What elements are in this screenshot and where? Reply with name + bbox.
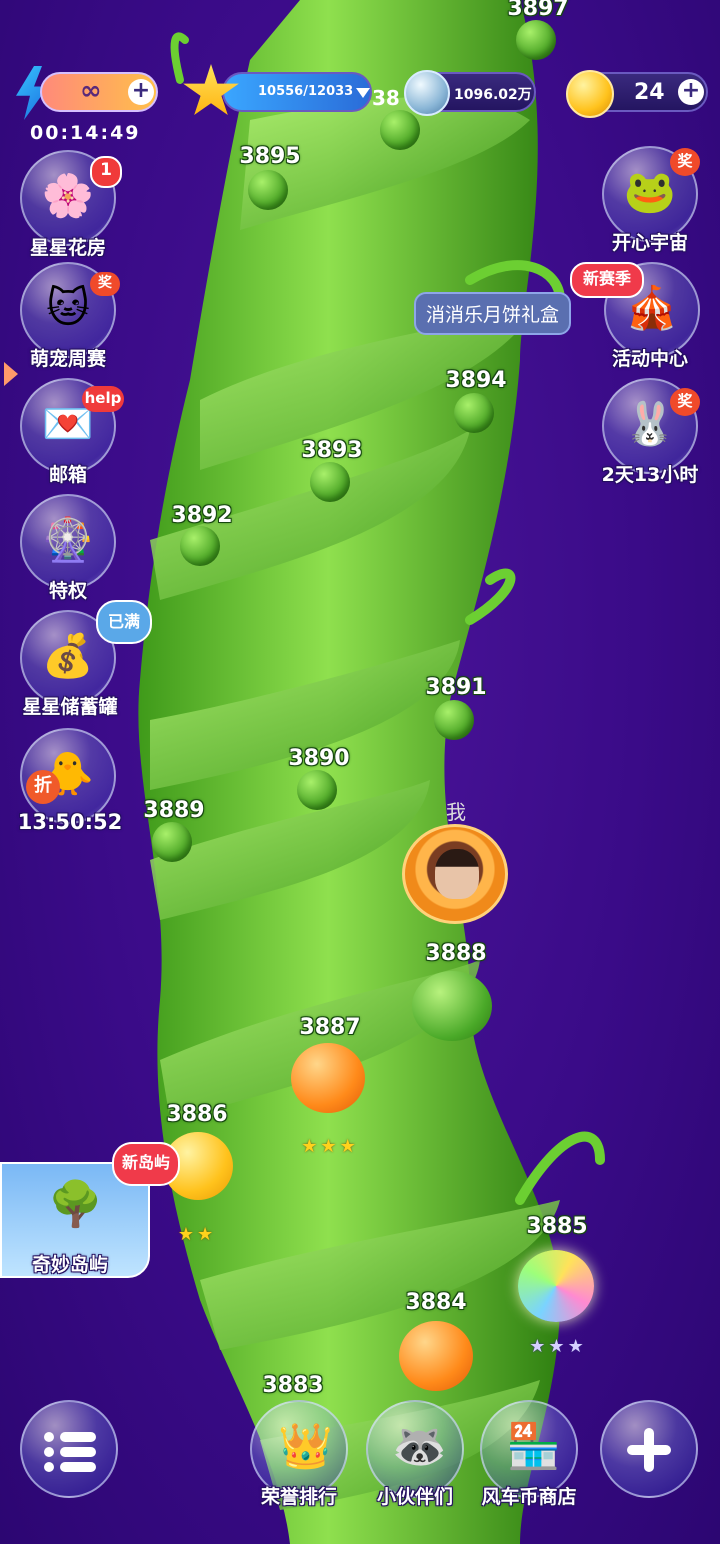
game-map: 3897 3895 3894 3893 3892 3891 3890 3889 … [0,0,720,1544]
level-node-3892[interactable] [180,526,220,566]
privilege-icon: 🎡 [41,514,95,564]
silver-coin-icon [404,70,450,116]
player-me-label: 我 [446,800,466,824]
notification-badge: 1 [90,156,122,188]
add-energy-button[interactable]: + [128,79,154,105]
level-number: 3894 [445,368,507,393]
bottom-label: 荣誉排行 [260,1486,338,1508]
bubble-label: 萌宠周赛 [29,348,107,370]
gold-coin-icon [566,70,614,118]
level-number: 3883 [262,1373,324,1398]
energy-timer: 00:14:49 [30,122,141,144]
energy-bar[interactable]: ∞ + [40,72,158,112]
level-number: 3893 [301,438,363,463]
star-progress-bar[interactable]: 10556/12033 [222,72,372,112]
wonder-island-label: 奇妙岛屿 [31,1254,109,1276]
star-progress-value: 10556/12033 [258,84,354,99]
raccoon-icon: 🦝 [392,1421,447,1472]
level-number: 3885 [526,1214,588,1239]
dropdown-triangle-icon [356,88,370,98]
offer-timer: 13:50:52 [17,810,123,834]
bubble-label: 星星花房 [29,237,107,259]
avatar-portrait-icon [435,849,479,899]
reward-badge: 奖 [90,272,120,296]
level-node-3884[interactable] [399,1321,473,1391]
frog-icon: 🐸 [623,166,677,216]
level-number: 3887 [299,1015,361,1040]
reward-badge: 奖 [670,388,700,416]
add-gold-button[interactable]: + [678,79,704,105]
level-stars: ★★★ [529,1336,587,1357]
level-node-3885[interactable] [518,1250,594,1322]
level-number: 3897 [507,0,569,21]
reward-badge: 奖 [670,148,700,176]
list-menu-icon [44,1430,96,1474]
bubble-label: 特权 [48,580,88,602]
level-node-3893[interactable] [310,462,350,502]
add-button[interactable] [600,1400,698,1498]
bunny-icon: 🐰 [623,398,677,448]
new-season-badge: 新赛季 [570,262,644,298]
discount-badge: 折 [26,770,60,804]
level-node-3888[interactable] [412,971,492,1041]
level-number: 3886 [166,1102,228,1127]
energy-value: ∞ [80,76,102,106]
level-node-3889[interactable] [152,822,192,862]
level-number: 3895 [239,144,301,169]
level-number: 3884 [405,1290,467,1315]
bottom-label: 小伙伴们 [376,1486,454,1508]
level-number: 3890 [288,746,350,771]
event-countdown: 2天13小时 [601,464,699,486]
menu-button[interactable] [20,1400,118,1498]
full-badge: 已满 [96,600,152,644]
plus-icon-vertical [644,1428,654,1472]
level-number: 3891 [425,675,487,700]
level-stars: ★★ [177,1224,217,1245]
level-number: 3888 [425,941,487,966]
event-tooltip: 消消乐月饼礼盒 [414,292,572,335]
flower-house-icon: 🌸 [41,170,95,220]
piggy-bank-icon: 💰 [41,630,95,680]
shop-icon: 🏪 [506,1421,561,1472]
bubble-label: 活动中心 [611,348,689,370]
side-expand-arrow-icon[interactable] [4,362,18,386]
island-tree-icon: 🌳 [48,1179,103,1230]
help-badge: help [82,386,124,412]
bubble-label: 星星储蓄罐 [22,696,118,718]
new-island-badge: 新岛屿 [112,1142,180,1186]
star-overflow-text: 38 [372,86,400,110]
bubble-label: 邮箱 [48,464,88,486]
gold-coins-value: 24 [634,80,665,105]
pet-cat-icon: 🐱 [46,282,90,332]
level-node-3890[interactable] [297,770,337,810]
level-node-3897[interactable] [516,20,556,60]
bubble-label: 开心宇宙 [611,232,689,254]
level-node-3891[interactable] [434,700,474,740]
crown-icon: 👑 [278,1421,333,1472]
level-number: 3889 [143,798,205,823]
player-avatar[interactable] [402,824,508,924]
level-node-3894[interactable] [454,393,494,433]
level-stars: ★★★ [301,1136,359,1157]
bottom-label: 风车币商店 [481,1486,577,1508]
level-node-3896[interactable] [380,110,420,150]
silver-coins-value: 1096.02万 [454,87,532,103]
level-number: 3892 [171,503,233,528]
level-node-3895[interactable] [248,170,288,210]
level-node-3887[interactable] [291,1043,365,1113]
